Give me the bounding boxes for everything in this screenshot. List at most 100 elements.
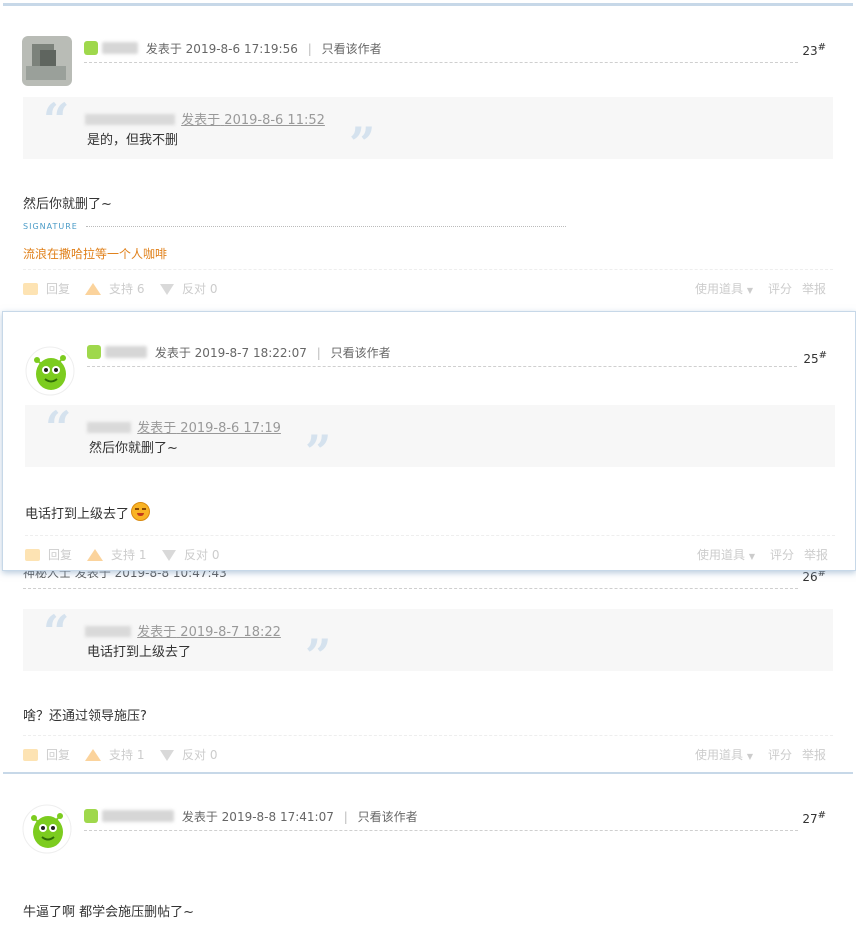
support-button[interactable]: 支持 1 bbox=[85, 746, 144, 763]
thumb-down-icon bbox=[160, 750, 174, 761]
oppose-button[interactable]: 反对 0 bbox=[162, 546, 219, 563]
post-content: 啥？还通过领导施压? bbox=[23, 709, 147, 724]
report-button[interactable]: 举报 bbox=[802, 280, 826, 297]
avatar[interactable] bbox=[22, 36, 72, 86]
reply-label: 回复 bbox=[48, 548, 73, 562]
quote-header: 发表于 2019-8-6 11:52 bbox=[85, 109, 325, 128]
tools-button[interactable]: 使用道具 ▼ bbox=[695, 746, 753, 763]
oppose-button[interactable]: 反对 0 bbox=[160, 280, 217, 297]
thumb-up-icon bbox=[85, 749, 101, 761]
quote-body: 电话打到上级去了 bbox=[87, 645, 192, 660]
post-divider bbox=[3, 3, 853, 6]
post-content-text: 电话打到上级去了 bbox=[25, 507, 130, 522]
floor-mark: # bbox=[817, 42, 826, 53]
quote-link[interactable]: 发表于 2019-8-6 17:19 bbox=[137, 421, 281, 436]
quote-close-icon: ” bbox=[349, 117, 376, 171]
author-name[interactable] bbox=[105, 346, 147, 358]
floor-mark: # bbox=[817, 810, 826, 821]
quoted-author bbox=[85, 114, 175, 125]
quote-posted-prefix: 发表于 bbox=[137, 421, 177, 436]
tools-button[interactable]: 使用道具 ▼ bbox=[695, 280, 753, 297]
quote-link[interactable]: 发表于 2019-8-7 18:22 bbox=[137, 625, 281, 640]
post-26: 神秘人士 发表于 2019-8-8 10:47:43 26# “ ” 发表于 2… bbox=[0, 560, 856, 774]
quote-block: “ ” 发表于 2019-8-6 17:19 然后你就删了~ bbox=[25, 401, 835, 475]
floor-number[interactable]: 27# bbox=[802, 810, 826, 826]
user-level-icon bbox=[84, 809, 98, 823]
quote-close-icon: ” bbox=[305, 629, 332, 683]
post-meta: 发表于 2019-8-8 17:41:07 | 只看该作者 bbox=[84, 808, 798, 831]
reply-label: 回复 bbox=[46, 748, 71, 762]
floor-value: 27 bbox=[802, 812, 818, 826]
signature-label: SIGNATURE bbox=[23, 222, 78, 231]
separator: | bbox=[316, 346, 321, 360]
reply-icon bbox=[25, 549, 40, 561]
support-label: 支持 1 bbox=[109, 748, 145, 762]
post-23: 发表于 2019-8-6 17:19:56 | 只看该作者 23# “ ” 发表… bbox=[0, 0, 856, 306]
separator: | bbox=[307, 42, 312, 56]
quote-posted-time: 2019-8-6 11:52 bbox=[224, 113, 325, 128]
separator: | bbox=[343, 810, 348, 824]
quote-block: “ ” 发表于 2019-8-7 18:22 电话打到上级去了 bbox=[23, 609, 833, 679]
floor-number[interactable]: 23# bbox=[802, 42, 826, 58]
rate-button[interactable]: 评分 bbox=[770, 546, 794, 563]
support-label: 支持 6 bbox=[109, 282, 145, 296]
rate-button[interactable]: 评分 bbox=[768, 280, 792, 297]
quoted-author bbox=[85, 626, 131, 637]
user-level-icon bbox=[87, 345, 101, 359]
report-button[interactable]: 举报 bbox=[804, 546, 828, 563]
tools-label: 使用道具 bbox=[697, 548, 746, 562]
quote-open-icon: “ bbox=[45, 401, 72, 455]
quote-link[interactable]: 发表于 2019-8-6 11:52 bbox=[181, 113, 325, 128]
thumb-up-icon bbox=[87, 549, 103, 561]
oppose-label: 反对 0 bbox=[184, 548, 220, 562]
posted-prefix: 发表于 bbox=[181, 810, 218, 824]
caret-down-icon: ▼ bbox=[748, 552, 755, 561]
floor-mark: # bbox=[818, 350, 827, 361]
quote-header: 发表于 2019-8-7 18:22 bbox=[85, 621, 281, 640]
author-name[interactable] bbox=[102, 42, 138, 54]
floor-value: 23 bbox=[802, 44, 818, 58]
quote-header: 发表于 2019-8-6 17:19 bbox=[87, 417, 281, 436]
quote-open-icon: “ bbox=[43, 93, 70, 147]
avatar[interactable] bbox=[22, 804, 72, 854]
quote-posted-time: 2019-8-7 18:22 bbox=[180, 625, 281, 640]
only-author-link[interactable]: 只看该作者 bbox=[358, 810, 418, 824]
tools-button[interactable]: 使用道具 ▼ bbox=[697, 546, 755, 563]
post-actions: 回复 支持 1 反对 0 使用道具 ▼ 评分 举报 bbox=[23, 735, 833, 764]
support-button[interactable]: 支持 1 bbox=[87, 546, 146, 563]
reply-button[interactable]: 回复 bbox=[23, 746, 70, 763]
post-content: 牛逼了啊 都学会施压删帖了~ bbox=[23, 905, 195, 920]
post-divider bbox=[3, 772, 853, 774]
author-name[interactable] bbox=[102, 810, 174, 822]
post-actions: 回复 支持 6 反对 0 使用道具 ▼ 评分 举报 bbox=[23, 269, 833, 298]
caret-down-icon: ▼ bbox=[746, 286, 753, 295]
post-meta: 发表于 2019-8-7 18:22:07 | 只看该作者 bbox=[87, 344, 797, 367]
tools-label: 使用道具 bbox=[695, 748, 744, 762]
support-button[interactable]: 支持 6 bbox=[85, 280, 144, 297]
oppose-label: 反对 0 bbox=[182, 282, 218, 296]
floor-number[interactable]: 25# bbox=[803, 350, 827, 366]
floor-value: 26 bbox=[802, 570, 818, 584]
post-meta: 发表于 2019-8-6 17:19:56 | 只看该作者 bbox=[84, 40, 798, 63]
posted-time: 2019-8-7 18:22:07 bbox=[194, 346, 307, 360]
post-25: 发表于 2019-8-7 18:22:07 | 只看该作者 25# “ ” 发表… bbox=[2, 311, 856, 571]
signature-text: 流浪在撒哈拉等一个人咖啡 bbox=[23, 247, 168, 261]
posted-prefix: 发表于 bbox=[145, 42, 182, 56]
posted-time: 2019-8-6 17:19:56 bbox=[185, 42, 298, 56]
oppose-label: 反对 0 bbox=[182, 748, 218, 762]
rate-button[interactable]: 评分 bbox=[768, 746, 792, 763]
quote-posted-time: 2019-8-6 17:19 bbox=[180, 421, 281, 436]
reply-icon bbox=[23, 749, 38, 761]
only-author-link[interactable]: 只看该作者 bbox=[331, 346, 391, 360]
signature-divider bbox=[86, 226, 566, 227]
quote-body: 是的，但我不删 bbox=[87, 133, 179, 148]
thumb-down-icon bbox=[160, 284, 174, 295]
reply-button[interactable]: 回复 bbox=[25, 546, 72, 563]
floor-value: 25 bbox=[803, 352, 819, 366]
avatar[interactable] bbox=[25, 346, 75, 396]
post-content: 电话打到上级去了 bbox=[25, 502, 151, 522]
oppose-button[interactable]: 反对 0 bbox=[160, 746, 217, 763]
only-author-link[interactable]: 只看该作者 bbox=[322, 42, 382, 56]
reply-button[interactable]: 回复 bbox=[23, 280, 70, 297]
report-button[interactable]: 举报 bbox=[802, 746, 826, 763]
